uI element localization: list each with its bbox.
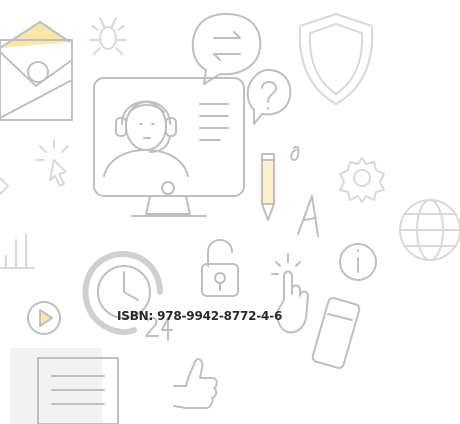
email-envelope-icon (0, 20, 73, 121)
background-illustration (0, 13, 460, 424)
chevron-right-icon (0, 177, 9, 195)
globe-icon (399, 199, 460, 261)
support-agent-monitor-icon (93, 77, 245, 217)
pencil-icon (261, 145, 319, 237)
bar-chart-icon (0, 233, 35, 269)
play-button-icon (27, 301, 61, 335)
smartphone-icon (311, 297, 361, 369)
clock-24-icon (82, 251, 173, 341)
gear-icon (339, 157, 385, 203)
padlock-icon (201, 239, 239, 297)
question-bubble-icon (246, 69, 292, 125)
thumbs-up-icon (173, 358, 218, 409)
bug-icon (89, 17, 127, 55)
cursor-click-icon (35, 139, 69, 187)
shield-icon (298, 13, 374, 105)
isbn-label: ISBN: 978-9942-8772-4-6 (117, 309, 283, 323)
info-icon (339, 243, 377, 281)
chat-bubble-icon (191, 13, 262, 85)
document-icon (10, 348, 119, 424)
